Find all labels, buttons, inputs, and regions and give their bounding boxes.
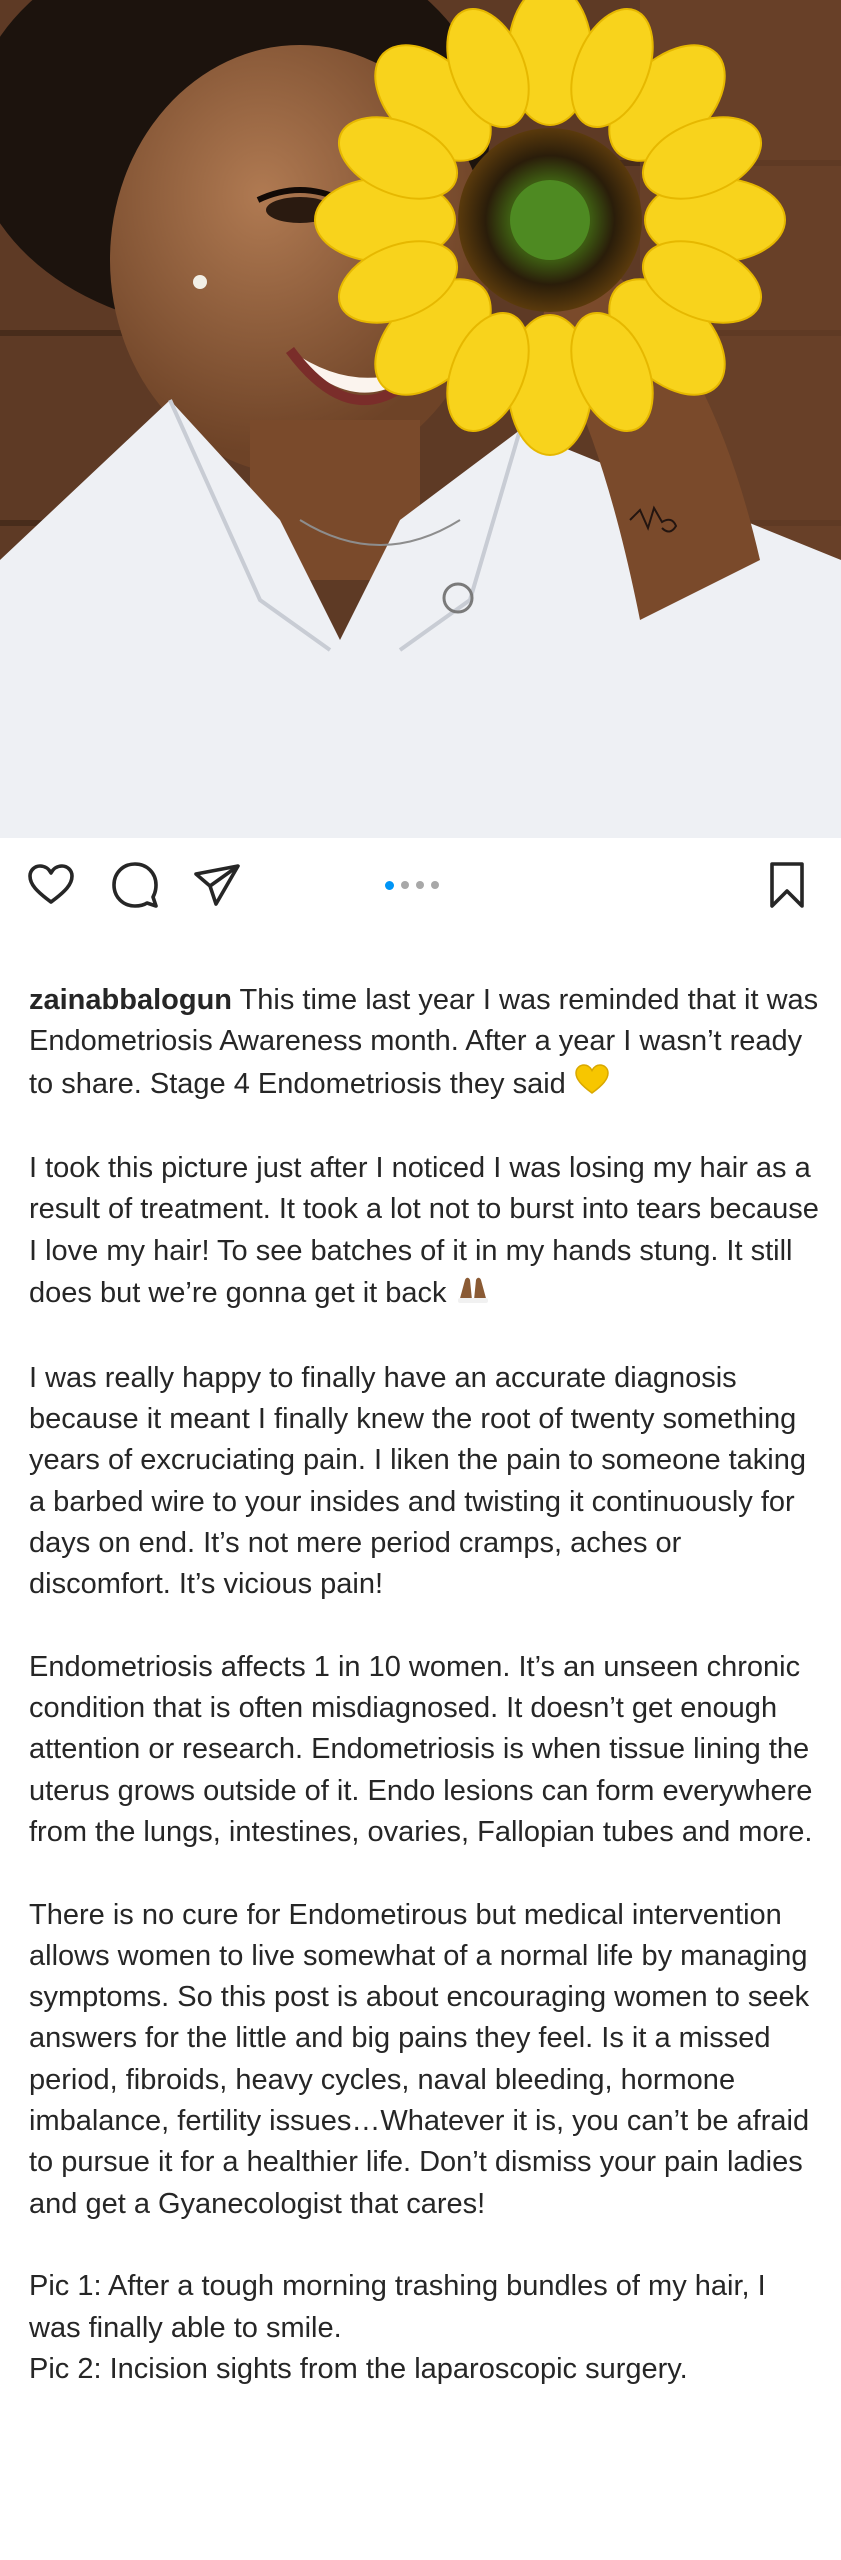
carousel-dot xyxy=(401,881,409,889)
caption-text: Pic 2: Incision sights from the laparosc… xyxy=(29,2352,688,2385)
carousel-dot xyxy=(431,881,439,889)
caption-paragraph: I took this picture just after I noticed… xyxy=(29,1148,819,1316)
yellow-heart-icon xyxy=(574,1063,610,1107)
post-action-bar xyxy=(0,838,841,930)
caption-paragraph: zainabbalogun This time last year I was … xyxy=(29,980,819,1107)
heart-icon[interactable] xyxy=(26,860,76,910)
post-caption: zainabbalogun This time last year I was … xyxy=(29,980,819,2390)
comment-icon[interactable] xyxy=(110,860,160,910)
carousel-dot-active xyxy=(385,880,394,890)
caption-text: I took this picture just after I noticed… xyxy=(29,1152,819,1309)
bookmark-icon[interactable] xyxy=(762,860,812,910)
caption-paragraph: Pic 1: After a tough morning trashing bu… xyxy=(29,2266,819,2390)
caption-text: Pic 1: After a tough morning trashing bu… xyxy=(29,2270,766,2344)
carousel-dot xyxy=(416,881,424,889)
caption-paragraph: There is no cure for Endometirous but me… xyxy=(29,1898,810,2220)
carousel-indicator xyxy=(385,880,439,890)
praying-hands-icon xyxy=(455,1272,491,1316)
share-icon[interactable] xyxy=(192,860,242,910)
post-photo[interactable] xyxy=(0,0,841,838)
woman-with-sunflower-image xyxy=(0,0,841,838)
caption-paragraph: I was really happy to finally have an ac… xyxy=(29,1361,807,1601)
caption-paragraph: Endometriosis affects 1 in 10 women. It’… xyxy=(29,1650,813,1848)
caption-username[interactable]: zainabbalogun xyxy=(29,984,232,1016)
